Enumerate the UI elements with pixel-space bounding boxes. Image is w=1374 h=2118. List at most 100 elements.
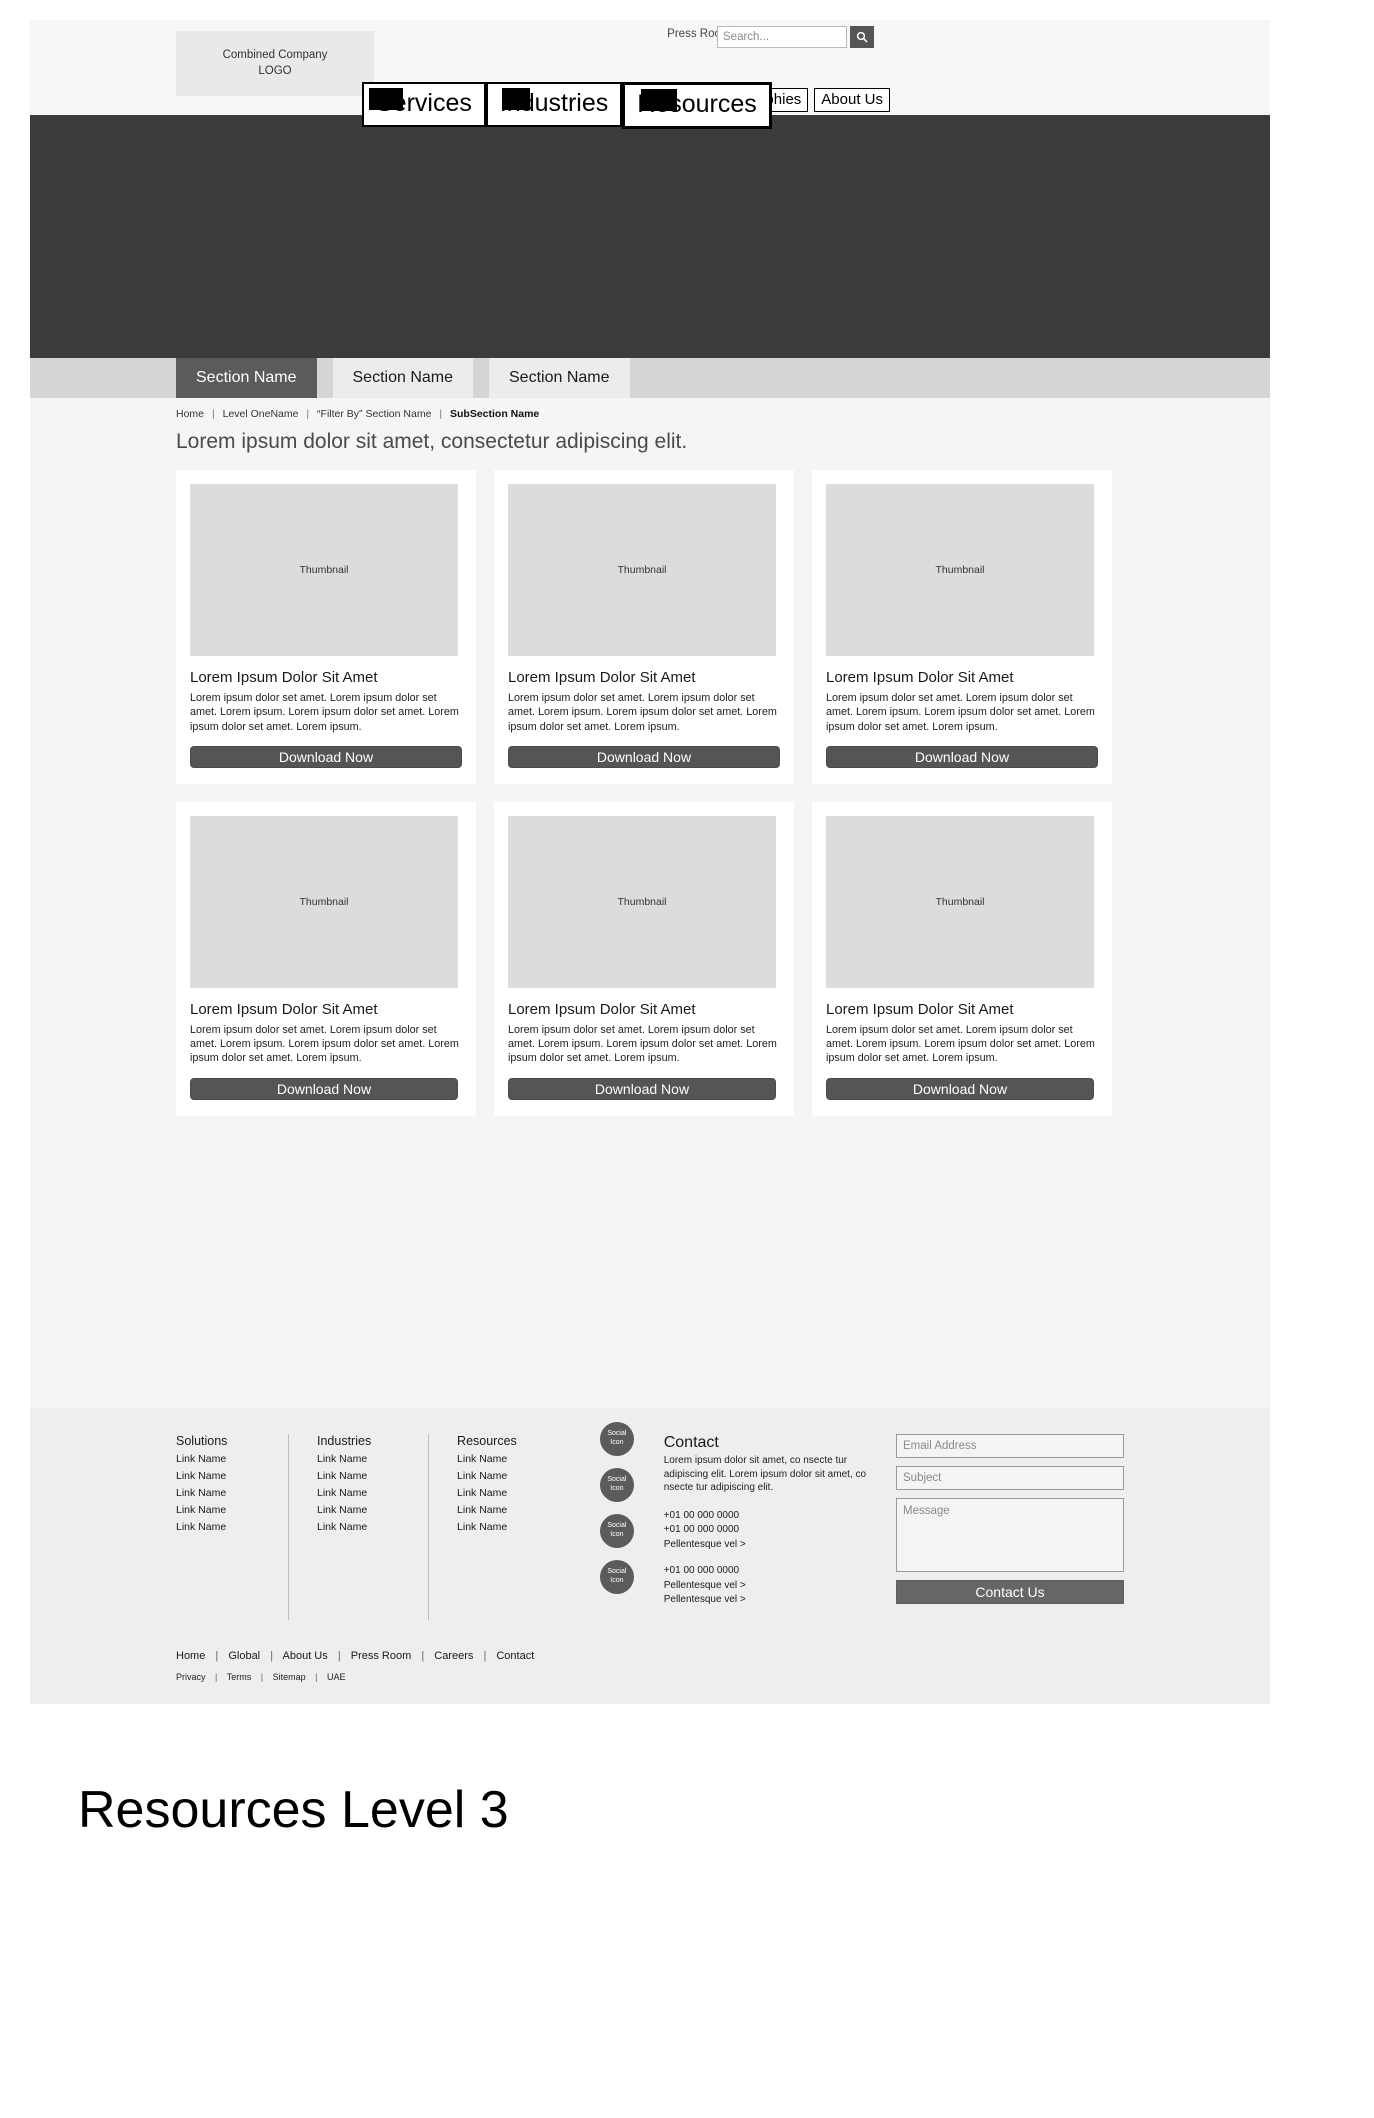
- page-caption: Resources Level 3: [78, 1781, 509, 1839]
- contact-phone[interactable]: +01 00 000 0000: [664, 1564, 882, 1579]
- social-icon-line-1: Social: [607, 1568, 627, 1576]
- card-title: Lorem Ipsum Dolor Sit Amet: [508, 669, 696, 686]
- hero-banner: [30, 115, 1270, 358]
- resource-card: Thumbnail Lorem Ipsum Dolor Sit Amet Lor…: [812, 470, 1112, 784]
- card-description: Lorem ipsum dolor set amet. Lorem ipsum …: [508, 692, 777, 733]
- search-input[interactable]: [717, 26, 847, 48]
- social-icons: Social Icon Social Icon Social Icon Soci…: [576, 1422, 658, 1620]
- footer-bottom-link-contact[interactable]: Contact: [496, 1650, 534, 1662]
- social-icon-line-2: Icon: [610, 1531, 624, 1538]
- nav-highlight-block: [501, 88, 530, 110]
- social-icon[interactable]: Social Icon: [599, 1422, 634, 1456]
- card-thumbnail: Thumbnail: [826, 484, 1094, 656]
- message-field[interactable]: [896, 1498, 1125, 1572]
- contact-phone[interactable]: +01 00 000 0000: [664, 1509, 882, 1524]
- footer-link[interactable]: Link Name: [317, 1485, 428, 1502]
- footer-column-solutions: Solutions Link Name Link Name Link Name …: [176, 1434, 288, 1620]
- search-button[interactable]: [850, 26, 874, 48]
- contact-phone[interactable]: +01 00 000 0000: [664, 1523, 882, 1538]
- footer-link[interactable]: Link Name: [176, 1502, 288, 1519]
- footer-bottom-link-careers[interactable]: Careers: [434, 1650, 473, 1662]
- contact-description: Lorem ipsum dolor sit amet, co nsecte tu…: [663, 1455, 867, 1493]
- footer-link[interactable]: Link Name: [457, 1468, 568, 1485]
- tab-section-1[interactable]: Section Name: [176, 358, 317, 398]
- footer-bottom-link-press-room[interactable]: Press Room: [351, 1650, 412, 1662]
- footer-link[interactable]: Link Name: [457, 1485, 568, 1502]
- breadcrumb-separator: |: [211, 408, 215, 420]
- resource-card: Thumbnail Lorem Ipsum Dolor Sit Amet Lor…: [494, 801, 794, 1116]
- email-field[interactable]: [896, 1434, 1125, 1458]
- footer-bottom-link-about-us[interactable]: About Us: [283, 1650, 328, 1662]
- card-title: Lorem Ipsum Dolor Sit Amet: [190, 669, 378, 686]
- card-title: Lorem Ipsum Dolor Sit Amet: [508, 1000, 696, 1018]
- card-thumbnail: Thumbnail: [190, 484, 458, 656]
- footer-separator: |: [270, 1649, 274, 1662]
- footer-separator: |: [483, 1649, 487, 1662]
- social-icon[interactable]: Social Icon: [599, 1514, 634, 1548]
- search-bar: [717, 26, 874, 48]
- contact-group-1: +01 00 000 0000 +01 00 000 0000 Pellente…: [664, 1509, 882, 1553]
- download-now-button[interactable]: Download Now: [190, 1077, 458, 1100]
- footer-link[interactable]: Link Name: [176, 1519, 288, 1536]
- card-thumbnail: Thumbnail: [508, 484, 776, 656]
- footer-separator: |: [215, 1649, 219, 1662]
- contact-us-button[interactable]: Contact Us: [896, 1580, 1125, 1604]
- breadcrumb-item-level-one[interactable]: Level OneName: [223, 408, 299, 420]
- footer-link[interactable]: Link Name: [176, 1468, 288, 1485]
- legal-link-uae[interactable]: UAE: [327, 1672, 346, 1682]
- legal-link-privacy[interactable]: Privacy: [176, 1672, 206, 1682]
- download-now-button[interactable]: Download Now: [508, 1077, 776, 1100]
- footer-separator: |: [315, 1671, 318, 1682]
- contact-link[interactable]: Pellentesque vel >: [664, 1579, 882, 1594]
- resource-card: Thumbnail Lorem Ipsum Dolor Sit Amet Lor…: [176, 801, 476, 1116]
- social-icon-line-1: Social: [607, 1522, 627, 1530]
- download-now-button[interactable]: Download Now: [508, 745, 780, 768]
- breadcrumb-item-filter-by[interactable]: “Filter By” Section Name: [317, 408, 431, 420]
- nav-item-industries[interactable]: Industries: [485, 82, 623, 127]
- footer-link[interactable]: Link Name: [317, 1502, 428, 1519]
- footer-bottom: Home | Global | About Us | Press Room | …: [30, 1650, 1270, 1682]
- social-icon-line-2: Icon: [610, 1577, 624, 1584]
- footer-column-heading: Industries: [317, 1434, 372, 1448]
- breadcrumb-item-home[interactable]: Home: [176, 408, 204, 420]
- footer-bottom-link-home[interactable]: Home: [176, 1650, 205, 1662]
- footer-bottom-link-global[interactable]: Global: [228, 1650, 260, 1662]
- card-thumbnail: Thumbnail: [190, 815, 458, 988]
- nav-item-resources[interactable]: Resources: [622, 82, 772, 129]
- download-now-button[interactable]: Download Now: [826, 745, 1098, 768]
- legal-link-sitemap[interactable]: Sitemap: [273, 1672, 306, 1682]
- footer-link[interactable]: Link Name: [317, 1519, 428, 1536]
- subject-field[interactable]: [896, 1466, 1125, 1490]
- tab-section-3[interactable]: Section Name: [489, 358, 630, 398]
- resource-card: Thumbnail Lorem Ipsum Dolor Sit Amet Lor…: [494, 470, 794, 784]
- footer-bottom-links: Home | Global | About Us | Press Room | …: [176, 1650, 1270, 1662]
- social-icon[interactable]: Social Icon: [599, 1560, 634, 1594]
- footer-link[interactable]: Link Name: [176, 1451, 288, 1468]
- footer-link[interactable]: Link Name: [176, 1485, 288, 1502]
- main-nav: Services Industries Resources: [362, 82, 772, 129]
- download-now-button[interactable]: Download Now: [826, 1077, 1094, 1100]
- resource-card: Thumbnail Lorem Ipsum Dolor Sit Amet Lor…: [176, 470, 476, 784]
- contact-link[interactable]: Pellentesque vel >: [664, 1538, 882, 1553]
- footer-legal-links: Privacy | Terms | Sitemap | UAE: [176, 1672, 1270, 1682]
- contact-heading: Contact: [663, 1434, 719, 1451]
- screenshot-root: Combined Company LOGO Press Room | Caree…: [0, 0, 1374, 2118]
- footer-link[interactable]: Link Name: [457, 1451, 568, 1468]
- card-description: Lorem ipsum dolor set amet. Lorem ipsum …: [826, 692, 1095, 733]
- contact-link[interactable]: Pellentesque vel >: [664, 1593, 882, 1608]
- company-logo[interactable]: Combined Company LOGO: [176, 31, 374, 96]
- nav-item-about-us[interactable]: About Us: [814, 88, 890, 113]
- footer-link[interactable]: Link Name: [457, 1502, 568, 1519]
- footer-link[interactable]: Link Name: [317, 1468, 428, 1485]
- footer-separator: |: [337, 1649, 341, 1662]
- site-footer: Solutions Link Name Link Name Link Name …: [30, 1408, 1270, 1704]
- logo-line-1: Combined Company: [222, 48, 328, 61]
- download-now-button[interactable]: Download Now: [190, 745, 462, 768]
- social-icon[interactable]: Social Icon: [599, 1468, 634, 1502]
- nav-item-services[interactable]: Services: [362, 82, 486, 127]
- tab-section-2[interactable]: Section Name: [332, 358, 473, 398]
- footer-link[interactable]: Link Name: [457, 1519, 568, 1536]
- legal-link-terms[interactable]: Terms: [227, 1672, 252, 1682]
- contact-group-2: +01 00 000 0000 Pellentesque vel > Pelle…: [664, 1564, 882, 1608]
- footer-link[interactable]: Link Name: [317, 1451, 428, 1468]
